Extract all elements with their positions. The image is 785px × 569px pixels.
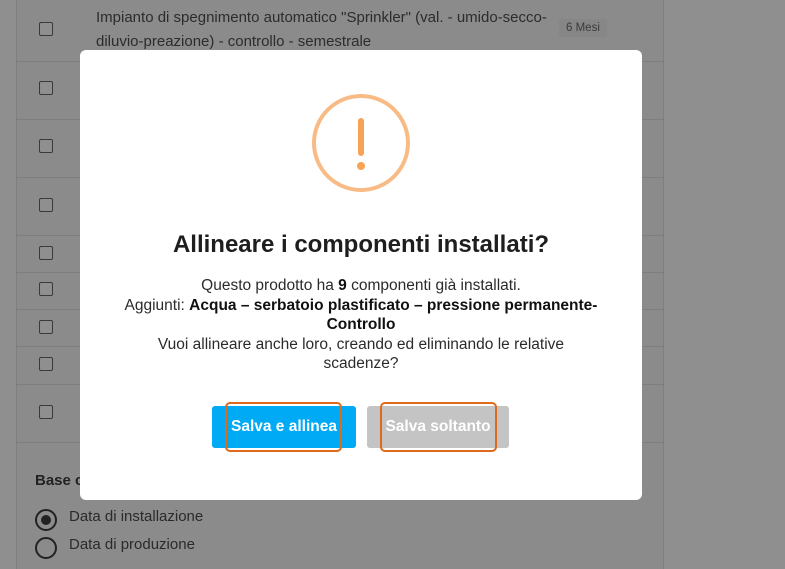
row-description: Impianto di spegnimento automatico "Spri… bbox=[96, 9, 547, 50]
message-line-count: Questo prodotto ha 9 componenti già inst… bbox=[201, 277, 521, 294]
row-checkbox[interactable] bbox=[39, 22, 53, 36]
row-checkbox[interactable] bbox=[39, 139, 53, 153]
dialog-title: Allineare i componenti installati? bbox=[172, 231, 550, 258]
save-only-button[interactable]: Salva soltanto bbox=[367, 406, 509, 448]
radio-production-date[interactable] bbox=[35, 537, 57, 559]
message-line-added: Aggiunti: Acqua – serbatoio plastificato… bbox=[124, 296, 598, 334]
row-checkbox[interactable] bbox=[39, 282, 53, 296]
row-checkbox[interactable] bbox=[39, 246, 53, 260]
row-checkbox[interactable] bbox=[39, 320, 53, 334]
radio-label: Data di installazione bbox=[69, 508, 204, 525]
radio-label: Data di produzione bbox=[69, 536, 195, 553]
radio-installation-date[interactable] bbox=[35, 509, 57, 531]
warning-exclamation-icon bbox=[312, 94, 410, 192]
dialog-message: Questo prodotto ha 9 componenti già inst… bbox=[100, 276, 622, 374]
confirm-dialog: Allineare i componenti installati? Quest… bbox=[80, 50, 642, 500]
message-line-question: Vuoi allineare anche loro, creando ed el… bbox=[157, 335, 565, 373]
row-checkbox[interactable] bbox=[39, 357, 53, 371]
row-checkbox[interactable] bbox=[39, 81, 53, 95]
frequency-badge: 6 Mesi bbox=[559, 19, 607, 37]
section-title: Base c bbox=[35, 472, 84, 489]
row-checkbox[interactable] bbox=[39, 405, 53, 419]
save-and-align-button[interactable]: Salva e allinea bbox=[212, 406, 356, 448]
row-checkbox[interactable] bbox=[39, 198, 53, 212]
